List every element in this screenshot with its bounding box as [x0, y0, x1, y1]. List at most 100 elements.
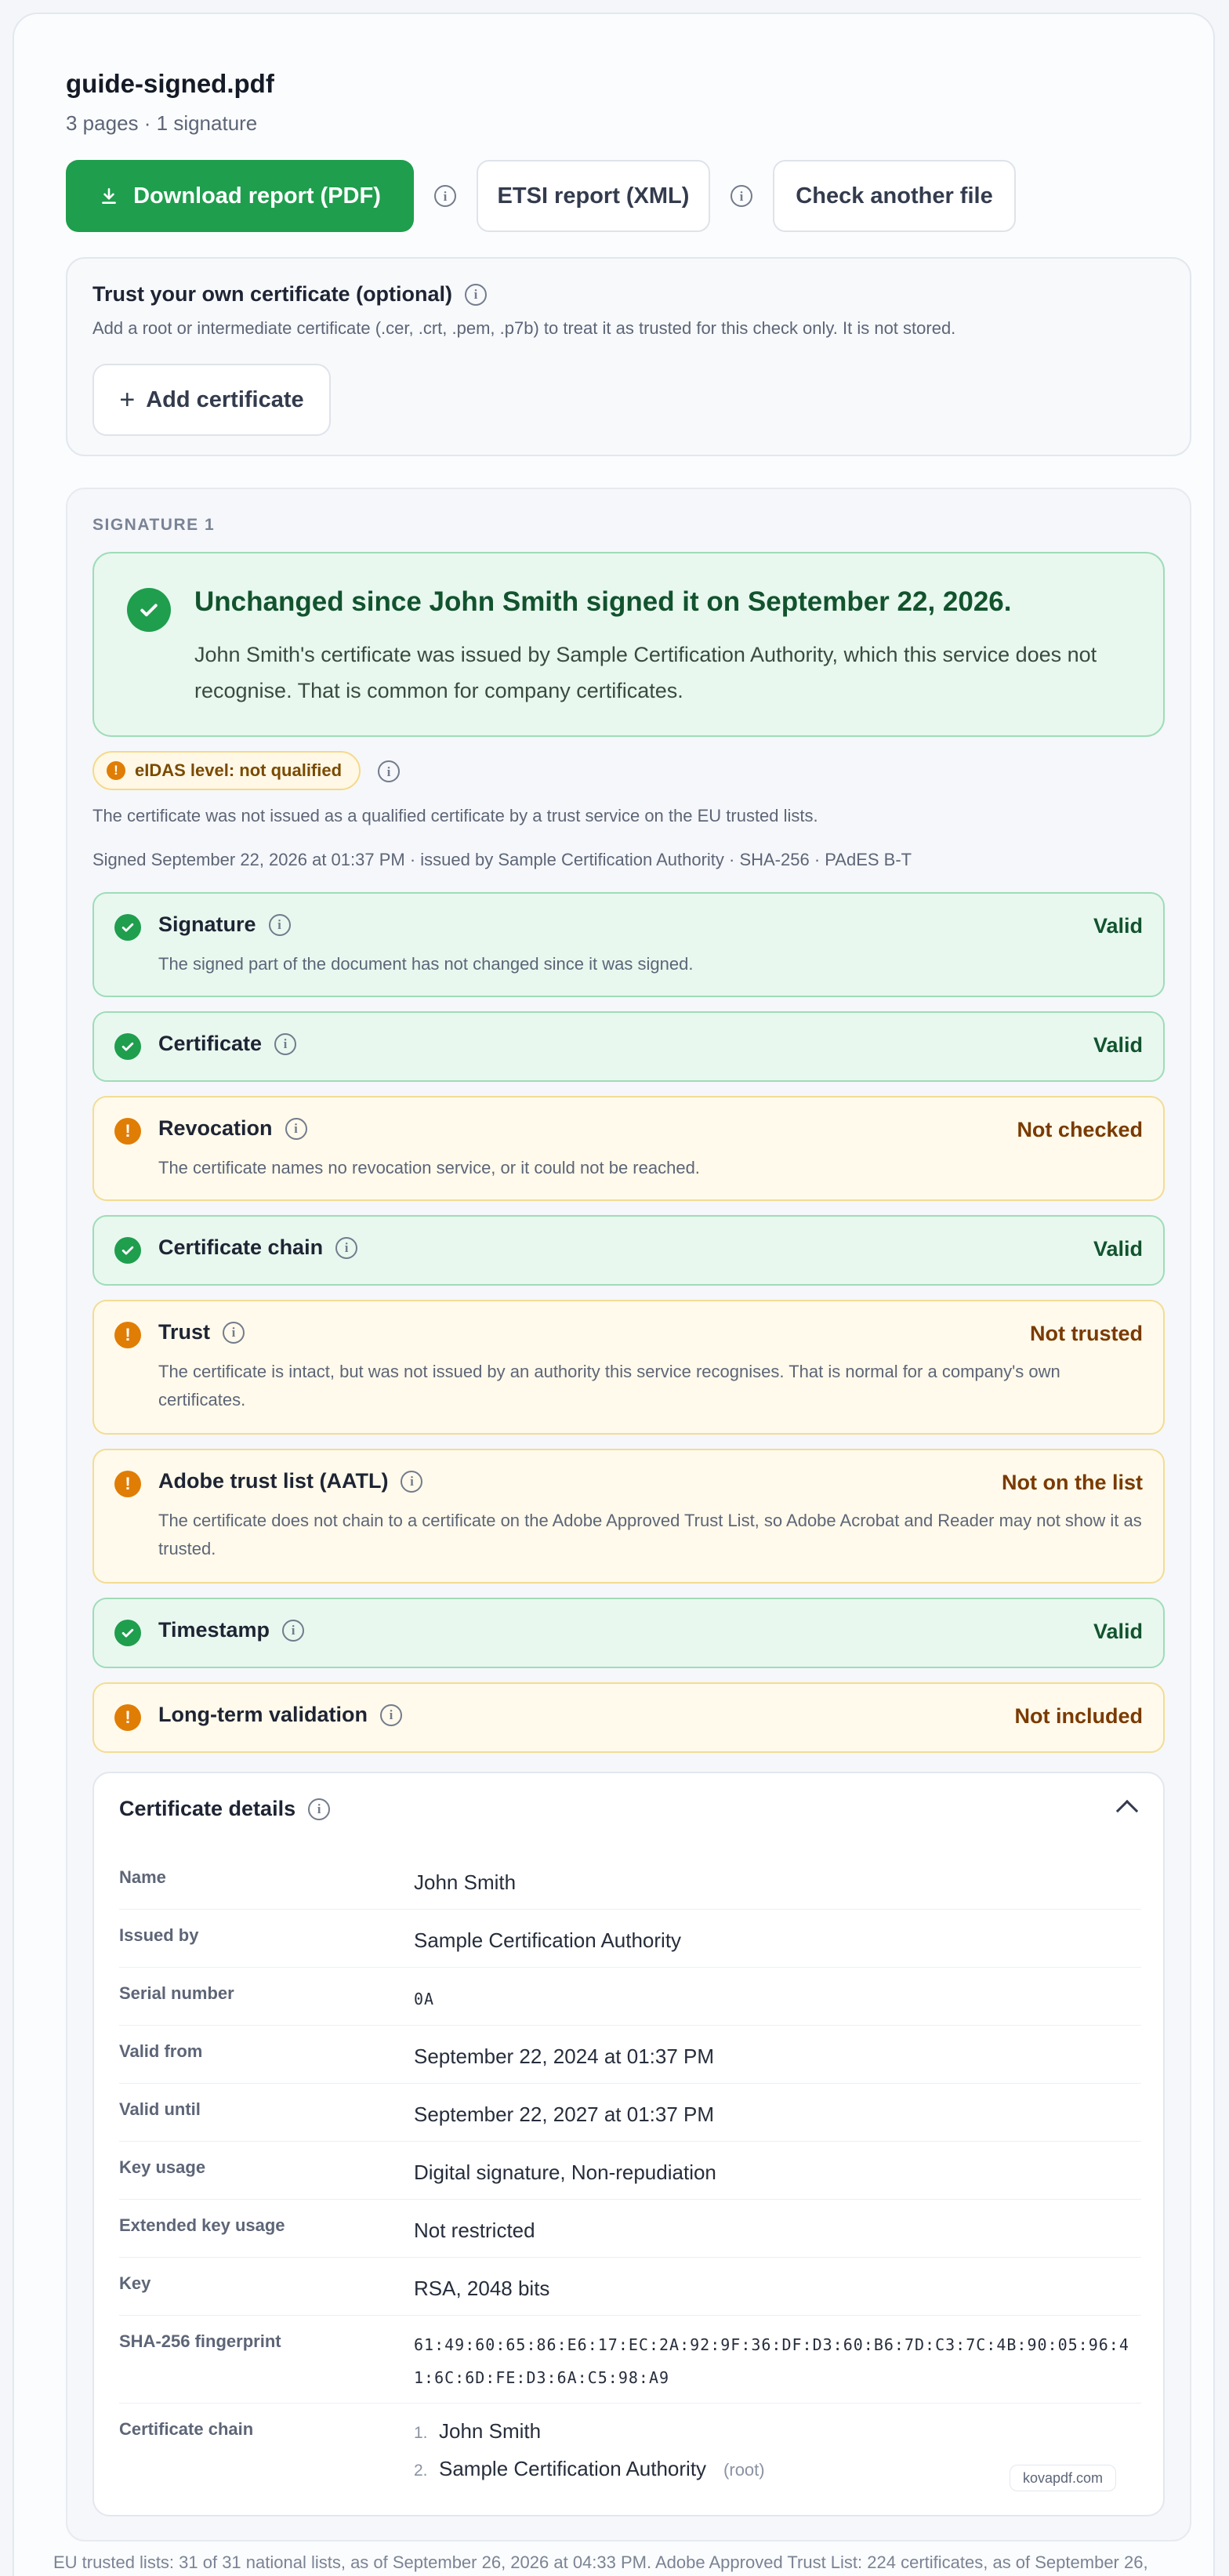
download-icon: [102, 188, 116, 204]
cert-row-issued-by: Issued by Sample Certification Authority: [119, 1910, 1141, 1968]
signature-summary: Unchanged since John Smith signed it on …: [92, 552, 1165, 737]
certificate-details-toggle[interactable]: Certificate details i: [119, 1797, 331, 1821]
action-bar: Download report (PDF) i ETSI report (XML…: [66, 160, 1016, 232]
info-icon[interactable]: i: [223, 1321, 245, 1344]
add-certificate-button[interactable]: + Add certificate: [92, 364, 331, 436]
plus-icon: +: [119, 385, 136, 415]
check-title: Signature: [158, 912, 256, 936]
cert-row-name: Name John Smith: [119, 1852, 1141, 1910]
check-circle-icon: [114, 914, 141, 941]
warning-icon: !: [114, 1118, 141, 1145]
check-description: The signed part of the document has not …: [158, 954, 694, 974]
check-circle-icon: [114, 1033, 141, 1060]
info-icon[interactable]: i: [282, 1619, 305, 1642]
warning-icon: !: [114, 1704, 141, 1731]
check-signature: Signature i Valid The signed part of the …: [92, 892, 1165, 997]
download-report-button[interactable]: Download report (PDF): [66, 160, 414, 232]
etsi-report-button[interactable]: ETSI report (XML): [477, 160, 710, 232]
info-icon[interactable]: i: [308, 1798, 331, 1820]
info-icon[interactable]: i: [378, 760, 400, 782]
check-title: Certificate chain: [158, 1235, 324, 1259]
check-description: The certificate does not chain to a cert…: [158, 1511, 1142, 1558]
cert-label: Valid until: [119, 2099, 201, 2119]
warning-icon: !: [114, 1322, 141, 1348]
cert-label: Valid from: [119, 2041, 203, 2061]
cert-value: September 22, 2024 at 01:37 PM: [414, 2044, 715, 2068]
info-icon[interactable]: i: [465, 283, 488, 306]
check-circle-icon: [127, 588, 171, 632]
check-timestamp: Timestamp i Valid: [92, 1598, 1165, 1668]
cert-row-serial-number: Serial number 0A: [119, 1968, 1141, 2026]
cert-label: Serial number: [119, 1983, 234, 2003]
cert-value: September 22, 2027 at 01:37 PM: [414, 2103, 715, 2126]
footer-trust-list-status: EU trusted lists: 31 of 31 national list…: [53, 2552, 1148, 2572]
info-icon[interactable]: i: [335, 1236, 358, 1259]
cert-value: Not restricted: [414, 2219, 535, 2242]
cert-value: RSA, 2048 bits: [414, 2277, 550, 2300]
cert-label: SHA-256 fingerprint: [119, 2331, 281, 2351]
eidas-description: The certificate was not issued as a qual…: [92, 806, 818, 825]
cert-label: Extended key usage: [119, 2215, 285, 2235]
list-item: 1. John Smith: [414, 2419, 542, 2443]
info-icon[interactable]: i: [401, 1470, 423, 1493]
warning-icon: !: [114, 1471, 141, 1497]
info-icon[interactable]: i: [268, 913, 291, 936]
root-tag: (root): [723, 2460, 765, 2480]
site-watermark: kovapdf.com: [1009, 2465, 1116, 2491]
check-certificate: Certificate i Valid: [92, 1011, 1165, 1082]
certificate-details: Certificate details i Name John Smith Is…: [92, 1772, 1165, 2516]
info-icon[interactable]: i: [274, 1032, 297, 1055]
check-title: Trust: [158, 1320, 211, 1344]
list-item: 2. Sample Certification Authority (root): [414, 2457, 765, 2480]
chevron-up-icon[interactable]: [1115, 1799, 1139, 1823]
cert-label: Key usage: [119, 2157, 206, 2177]
trust-description: Add a root or intermediate certificate (…: [92, 318, 956, 338]
cert-label: Name: [119, 1867, 166, 1887]
cert-value: Sample Certification Authority: [414, 1928, 682, 1952]
cert-value: 0A: [414, 1990, 435, 2008]
check-title: Long-term validation: [158, 1703, 368, 1726]
check-status: Not checked: [1017, 1118, 1143, 1141]
check-title: Revocation: [158, 1116, 273, 1140]
info-icon[interactable]: i: [434, 185, 456, 207]
cert-label: Issued by: [119, 1925, 199, 1945]
check-description: The certificate names no revocation serv…: [158, 1158, 700, 1177]
check-status: Valid: [1093, 914, 1143, 938]
cert-row-key: Key RSA, 2048 bits: [119, 2258, 1141, 2316]
check-status: Not trusted: [1030, 1322, 1143, 1345]
info-icon[interactable]: i: [731, 185, 752, 207]
cert-label: Key: [119, 2273, 151, 2293]
check-status: Valid: [1093, 1033, 1143, 1057]
check-title: Certificate: [158, 1032, 263, 1055]
cert-value: John Smith: [414, 1870, 517, 1894]
info-icon[interactable]: i: [285, 1117, 307, 1140]
check-status: Valid: [1093, 1620, 1143, 1643]
check-circle-icon: [114, 1237, 141, 1264]
eidas-level-label: eIDAS level: not qualified: [135, 760, 343, 780]
check-certificate-chain: Certificate chain i Valid: [92, 1215, 1165, 1286]
check-status: Not on the list: [1002, 1471, 1143, 1494]
check-status: Valid: [1093, 1237, 1143, 1261]
eidas-level-badge: ! eIDAS level: not qualified: [92, 751, 361, 790]
check-trust: ! Trust i Not trusted The certificate is …: [92, 1300, 1165, 1435]
certificate-chain-list: 1. John Smith 2. Sample Certification Au…: [414, 2419, 765, 2494]
cert-row-certificate-chain: Certificate chain 1. John Smith 2. Sampl…: [119, 2404, 1141, 2498]
signature-panel: SIGNATURE 1 Unchanged since John Smith s…: [66, 488, 1191, 2542]
check-title: Timestamp: [158, 1618, 270, 1642]
warning-icon: !: [107, 761, 125, 780]
cert-value: 61:49:60:65:86:E6:17:EC:2A:92:9F:36:DF:D…: [414, 2335, 1129, 2387]
add-certificate-label: Add certificate: [146, 386, 304, 412]
check-revocation: ! Revocation i Not checked The certificat…: [92, 1096, 1165, 1201]
trust-title: Trust your own certificate (optional): [92, 282, 453, 306]
info-icon[interactable]: i: [380, 1703, 403, 1726]
cert-row-extended-key-usage: Extended key usage Not restricted: [119, 2200, 1141, 2258]
certificate-details-title: Certificate details: [119, 1797, 296, 1820]
cert-value: Digital signature, Non-repudiation: [414, 2161, 716, 2184]
trust-certificate-section: Trust your own certificate (optional) i …: [66, 257, 1191, 456]
download-report-label: Download report (PDF): [133, 183, 381, 209]
signature-label: SIGNATURE 1: [92, 516, 216, 534]
cert-label: Certificate chain: [119, 2419, 254, 2439]
check-circle-icon: [114, 1620, 141, 1646]
check-another-file-button[interactable]: Check another file: [773, 160, 1016, 232]
cert-row-sha256-fingerprint: SHA-256 fingerprint 61:49:60:65:86:E6:17…: [119, 2316, 1141, 2404]
